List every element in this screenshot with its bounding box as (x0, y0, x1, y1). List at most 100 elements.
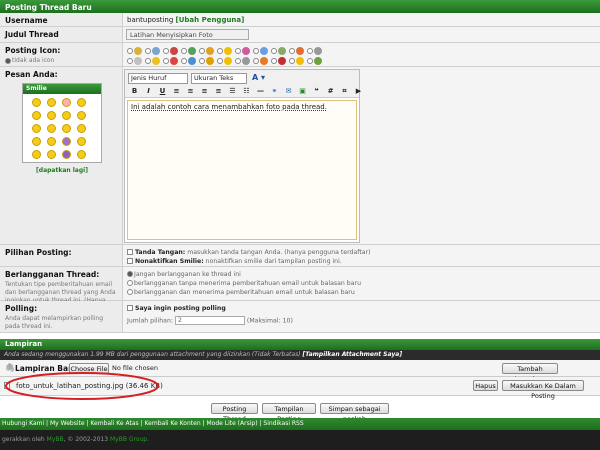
post-icon-option[interactable] (217, 46, 234, 56)
post-icon-option[interactable] (199, 46, 216, 56)
post-icon-option[interactable] (253, 56, 270, 66)
smilie-icon[interactable] (32, 137, 41, 146)
post-icon-radio[interactable] (217, 48, 223, 54)
code-icon[interactable]: # (325, 86, 336, 97)
smilie-icon[interactable] (32, 111, 41, 120)
signature-checkbox[interactable] (127, 249, 133, 255)
smilie-icon[interactable] (77, 124, 86, 133)
post-icon-radio[interactable] (253, 48, 259, 54)
mybb-group-link[interactable]: MyBB Group. (110, 436, 149, 443)
post-icon-option[interactable] (163, 56, 180, 66)
post-icon-radio[interactable] (307, 48, 313, 54)
mybb-link[interactable]: MyBB (47, 436, 64, 443)
post-icon-radio[interactable] (181, 58, 187, 64)
align-right-icon[interactable]: ≡ (199, 86, 210, 97)
sub-none-radio[interactable] (127, 271, 133, 277)
post-icon-radio[interactable] (145, 48, 151, 54)
hr-icon[interactable]: — (255, 86, 266, 97)
smilie-icon[interactable] (77, 137, 86, 146)
post-icon-option[interactable] (127, 46, 144, 56)
number-list-icon[interactable]: ☷ (241, 86, 252, 97)
preview-post-button[interactable]: Tampilan Posting (262, 403, 316, 423)
thread-title-input[interactable]: Latihan Menyisipkan Foto (126, 29, 249, 40)
post-icon-radio[interactable] (199, 48, 205, 54)
smilie-icon[interactable] (47, 124, 56, 133)
smilie-icon[interactable] (77, 150, 86, 159)
post-icon-option[interactable] (307, 46, 324, 56)
no-icon-radio[interactable] (5, 57, 11, 64)
post-icon-option[interactable] (163, 46, 180, 56)
align-center-icon[interactable]: ≡ (185, 86, 196, 97)
post-icon-radio[interactable] (235, 48, 241, 54)
post-icon-option[interactable] (271, 46, 288, 56)
justify-icon[interactable]: ≡ (213, 86, 224, 97)
post-icon-option[interactable] (289, 46, 306, 56)
insert-into-post-button[interactable]: Masukkan Ke Dalam Posting (502, 380, 584, 400)
footer-link[interactable]: My Website (50, 420, 85, 427)
sub-no-email-radio[interactable] (127, 280, 133, 286)
bold-icon[interactable]: B (129, 86, 140, 97)
smilie-icon[interactable] (77, 111, 86, 120)
post-icon-option[interactable] (199, 56, 216, 66)
post-icon-option[interactable] (235, 46, 252, 56)
smilie-icon[interactable] (32, 98, 41, 107)
quote-icon[interactable]: ❝ (311, 86, 322, 97)
smilie-icon[interactable] (77, 98, 86, 107)
smilie-icon[interactable] (47, 98, 56, 107)
font-select[interactable]: Jenis Huruf (128, 73, 188, 84)
post-icon-radio[interactable] (199, 58, 205, 64)
post-icon-radio[interactable] (271, 48, 277, 54)
smilie-icon[interactable] (62, 124, 71, 133)
smilie-icon[interactable] (47, 150, 56, 159)
smilie-icon[interactable] (62, 137, 71, 146)
smilie-icon[interactable] (32, 150, 41, 159)
delete-attachment-button[interactable]: Hapus (473, 380, 498, 391)
post-icon-option[interactable] (181, 56, 198, 66)
php-icon[interactable]: ⌗ (339, 86, 350, 97)
add-attachment-button[interactable]: Tambah Lampiran (502, 363, 558, 383)
post-icon-option[interactable] (307, 56, 324, 66)
save-draft-button[interactable]: Simpan sebagai naskah (320, 403, 389, 423)
footer-link[interactable]: Mode Lite (Arsip) (206, 420, 257, 427)
post-icon-radio[interactable] (217, 58, 223, 64)
view-attachments-link[interactable]: [Tampilkan Attachment Saya] (302, 351, 402, 358)
text-color-icon[interactable]: A ▾ (252, 73, 265, 82)
post-icon-radio[interactable] (307, 58, 313, 64)
disable-smilies-checkbox[interactable] (127, 258, 133, 264)
post-icon-option[interactable] (289, 56, 306, 66)
align-left-icon[interactable]: ≡ (171, 86, 182, 97)
smilie-icon[interactable] (62, 98, 71, 107)
post-icon-radio[interactable] (235, 58, 241, 64)
size-select[interactable]: Ukuran Teks (191, 73, 247, 84)
image-icon[interactable]: ▣ (297, 86, 308, 97)
poll-options-input[interactable]: 2 (174, 316, 245, 325)
post-icon-radio[interactable] (163, 48, 169, 54)
post-icon-radio[interactable] (289, 48, 295, 54)
footer-link[interactable]: Kembali Ke Atas (90, 420, 138, 427)
link-icon[interactable]: ⚭ (269, 86, 280, 97)
post-icon-option[interactable] (217, 56, 234, 66)
change-user-link[interactable]: [Ubah Pengguna] (176, 16, 245, 24)
post-thread-button[interactable]: Posting Thread (211, 403, 258, 423)
post-icon-radio[interactable] (145, 58, 151, 64)
post-icon-radio[interactable] (127, 48, 133, 54)
italic-icon[interactable]: I (143, 86, 154, 97)
sub-email-radio[interactable] (127, 289, 133, 295)
smilie-icon[interactable] (62, 111, 71, 120)
smilie-icon[interactable] (47, 137, 56, 146)
post-icon-option[interactable] (145, 56, 162, 66)
message-textarea[interactable]: Ini adalah contoh cara menambahkan foto … (127, 100, 357, 240)
underline-icon[interactable]: U (157, 86, 168, 97)
post-icon-radio[interactable] (181, 48, 187, 54)
post-icon-radio[interactable] (271, 58, 277, 64)
email-icon[interactable]: ✉ (283, 86, 294, 97)
post-icon-radio[interactable] (253, 58, 259, 64)
post-icon-option[interactable] (235, 56, 252, 66)
post-icon-radio[interactable] (127, 58, 133, 64)
post-icon-option[interactable] (253, 46, 270, 56)
video-icon[interactable]: ▶ (353, 86, 364, 97)
footer-link[interactable]: Hubungi Kami (2, 420, 44, 427)
poll-checkbox[interactable] (127, 305, 133, 311)
post-icon-option[interactable] (271, 56, 288, 66)
smilie-icon[interactable] (62, 150, 71, 159)
